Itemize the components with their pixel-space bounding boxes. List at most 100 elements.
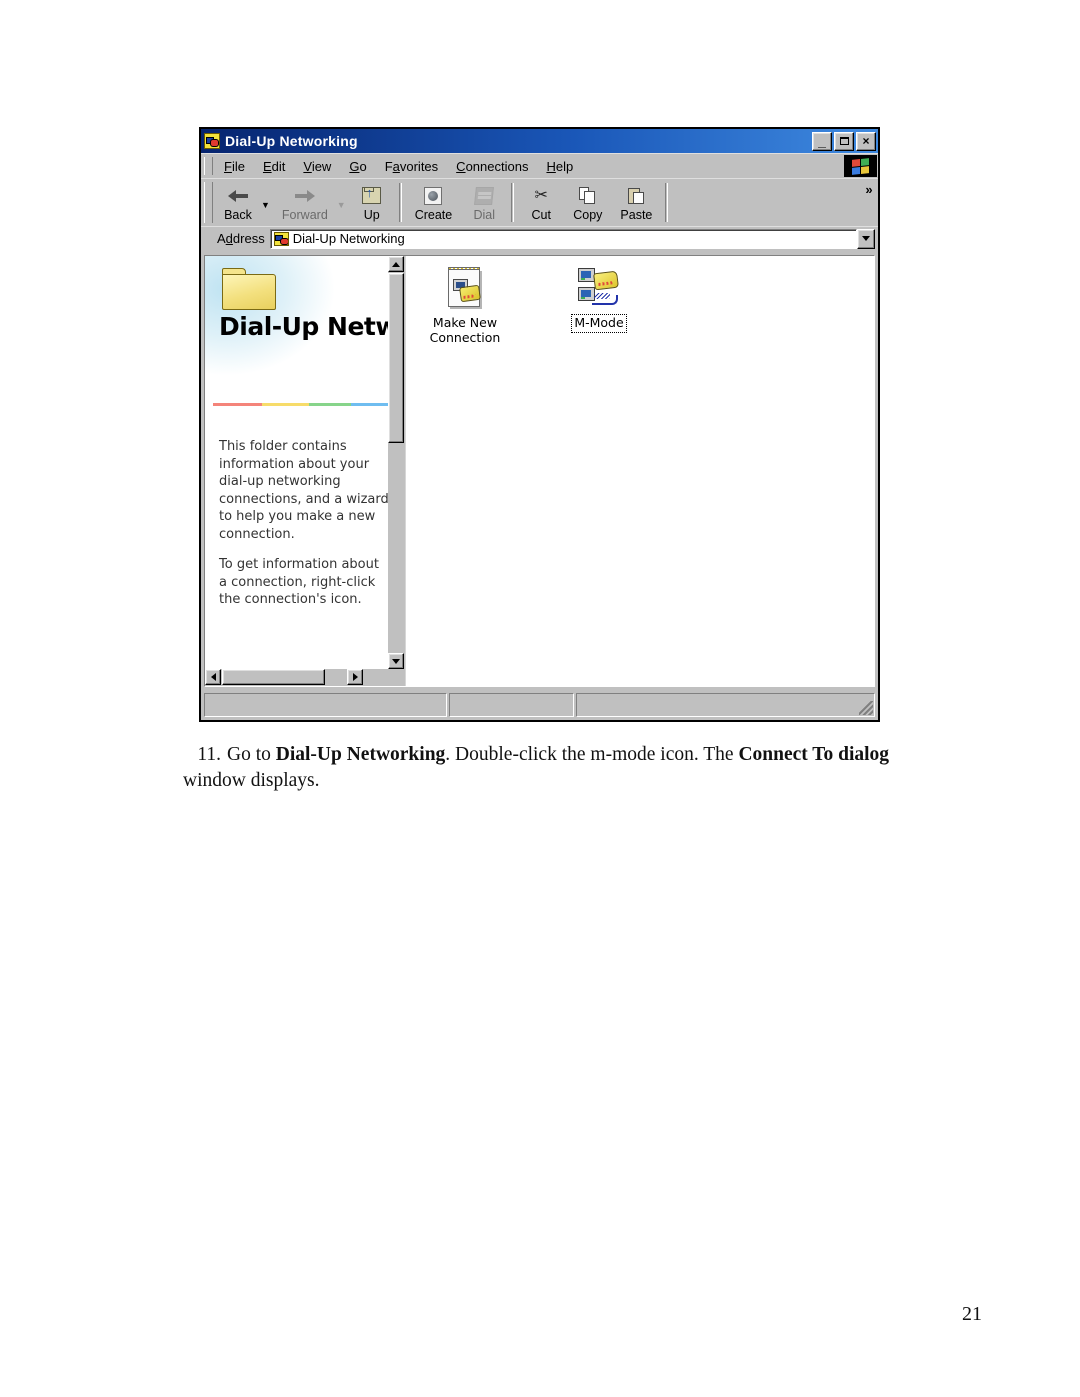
forward-button-label: Forward	[281, 207, 328, 222]
status-pane-2	[449, 693, 574, 717]
dial-up-networking-folder-icon	[273, 231, 289, 246]
address-label: Address	[217, 231, 265, 246]
list-item-label: Make New Connection	[429, 315, 501, 345]
folder-info-paragraph-2: To get information about a connection, r…	[219, 557, 379, 608]
list-item-make-new-connection[interactable]: Make New Connection	[424, 266, 506, 346]
forward-button[interactable]: Forward	[273, 179, 337, 226]
caption-number: 11.	[197, 744, 221, 765]
folder-info-paragraph-1: This folder contains information about y…	[219, 439, 388, 542]
make-new-connection-wizard-icon	[443, 266, 487, 312]
dial-icon	[474, 185, 495, 207]
dial-up-networking-window: Dial-Up Networking _ × File Edit View Go…	[199, 127, 880, 722]
caption-seg-0: Go to	[227, 744, 276, 765]
back-dropdown-arrow-icon[interactable]: ▼	[261, 179, 273, 226]
status-pane-3	[576, 693, 875, 717]
scissors-icon: ✂	[534, 186, 548, 204]
paste-button-label: Paste	[620, 207, 653, 222]
menubar-drag-handle[interactable]	[204, 157, 213, 175]
menu-item-favorites[interactable]: Favorites	[376, 157, 447, 176]
folder-info-text: This folder contains information about y…	[219, 438, 388, 622]
toolbar-separator	[665, 183, 669, 222]
toolbar-separator	[511, 183, 515, 222]
folder-info-horizontal-scrollbar[interactable]	[205, 669, 388, 686]
list-item-label: M-Mode	[571, 314, 627, 333]
folder-info-vertical-scrollbar[interactable]	[388, 256, 405, 669]
address-input[interactable]: Dial-Up Networking	[269, 228, 857, 249]
vertical-scrollbar-thumb[interactable]	[388, 273, 404, 443]
menu-bar: File Edit View Go Favorites Connections …	[201, 153, 878, 178]
forward-arrow-icon	[294, 185, 315, 207]
scroll-up-button[interactable]	[388, 256, 404, 272]
dial-button-label: Dial	[473, 207, 495, 222]
dial-up-networking-folder-icon	[204, 133, 220, 149]
menu-item-file[interactable]: File	[215, 157, 254, 176]
colored-rule-divider	[213, 403, 388, 406]
create-button[interactable]: Create	[406, 179, 462, 226]
copy-button-label: Copy	[573, 207, 603, 222]
windows-flag-logo	[844, 155, 877, 177]
create-button-label: Create	[414, 207, 453, 222]
close-button[interactable]: ×	[856, 131, 876, 151]
scroll-right-button[interactable]	[347, 669, 363, 685]
paste-button[interactable]: Paste	[611, 179, 661, 226]
toolbar: Back ▼ Forward ▼ Up Create Dial	[201, 178, 878, 226]
chevron-down-icon	[862, 236, 870, 241]
close-icon: ×	[862, 134, 870, 148]
caption-body: Go to Dial-Up Networking. Double-click t…	[183, 744, 889, 791]
toolbar-drag-handle[interactable]	[204, 182, 213, 223]
minimize-button[interactable]: _	[812, 131, 832, 151]
menu-item-view[interactable]: View	[294, 157, 340, 176]
scrollbar-corner	[388, 669, 405, 686]
cut-button-label: Cut	[531, 207, 551, 222]
minimize-icon: _	[818, 132, 826, 149]
scroll-left-button[interactable]	[205, 669, 221, 685]
back-button[interactable]: Back	[215, 179, 261, 226]
dial-button[interactable]: Dial	[461, 179, 507, 226]
toolbar-buttons: Back ▼ Forward ▼ Up Create Dial	[215, 179, 860, 226]
scroll-down-button[interactable]	[388, 653, 404, 669]
list-item-m-mode[interactable]: M-Mode	[558, 266, 640, 333]
cut-button[interactable]: ✂ Cut	[518, 179, 564, 226]
connections-icon-list[interactable]: Make New Connection M-Mode	[406, 256, 874, 686]
window-title: Dial-Up Networking	[225, 133, 358, 149]
create-connection-icon	[424, 185, 443, 207]
maximize-button[interactable]	[834, 131, 854, 151]
maximize-icon	[835, 133, 853, 150]
caption-seg-1: Dial-Up Networking	[275, 744, 446, 765]
page-number: 21	[962, 1303, 982, 1325]
copy-icon	[579, 185, 596, 207]
status-bar	[204, 693, 875, 717]
caption-seg-4: window displays.	[183, 769, 320, 791]
up-folder-icon	[362, 185, 382, 207]
window-controls: _ ×	[812, 131, 876, 151]
menu-item-connections[interactable]: Connections	[447, 157, 537, 176]
forward-dropdown-arrow-icon[interactable]: ▼	[337, 179, 349, 226]
back-arrow-icon	[228, 185, 248, 207]
caption-paragraph: 11. Go to Dial-Up Networking. Double-cli…	[183, 742, 913, 794]
menu-item-go[interactable]: Go	[340, 157, 375, 176]
triangle-up-icon	[392, 261, 400, 267]
triangle-down-icon	[392, 658, 400, 664]
menu-item-edit[interactable]: Edit	[254, 157, 294, 176]
back-button-label: Back	[224, 207, 252, 222]
copy-button[interactable]: Copy	[564, 179, 611, 226]
yellow-folder-icon	[222, 268, 276, 310]
address-value: Dial-Up Networking	[292, 231, 405, 246]
window-client-area: Dial-Up Networkin This folder contains i…	[204, 255, 875, 687]
menu-items: File Edit View Go Favorites Connections …	[215, 154, 844, 178]
caption-seg-3: Connect To dialog	[738, 744, 890, 765]
toolbar-overflow-chevron-icon[interactable]: »	[860, 179, 878, 226]
folder-info-heading: Dial-Up Networkin	[219, 312, 388, 341]
resize-grip-icon[interactable]	[859, 701, 873, 715]
up-button[interactable]: Up	[349, 179, 395, 226]
paste-icon	[627, 185, 645, 207]
address-dropdown-button[interactable]	[857, 228, 875, 249]
up-button-label: Up	[363, 207, 380, 222]
folder-info-pane: Dial-Up Networkin This folder contains i…	[205, 256, 406, 686]
horizontal-scrollbar-thumb[interactable]	[222, 669, 325, 685]
dial-up-connection-icon	[577, 266, 621, 312]
status-pane-1	[204, 693, 447, 717]
menu-item-help[interactable]: Help	[537, 157, 582, 176]
window-titlebar[interactable]: Dial-Up Networking _ ×	[201, 129, 878, 153]
toolbar-separator	[398, 183, 402, 222]
